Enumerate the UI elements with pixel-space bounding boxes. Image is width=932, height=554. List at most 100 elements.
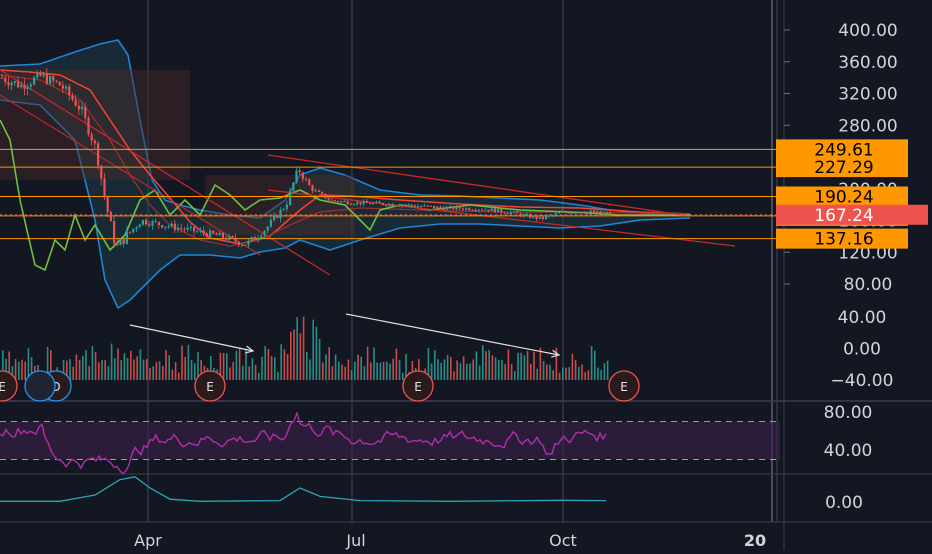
candle-body (279, 209, 282, 219)
histogram-bar (603, 363, 606, 380)
candle-body (321, 191, 324, 194)
histogram-bar (229, 367, 231, 380)
histogram-bar (594, 350, 596, 380)
histogram-bar (344, 366, 346, 380)
candle-body (237, 241, 240, 245)
histogram-bar (309, 359, 311, 380)
candle-body (602, 212, 605, 214)
candle-body (343, 201, 346, 203)
histogram-bar (536, 368, 538, 380)
histogram-bar (238, 347, 241, 380)
trend-shading (0, 70, 190, 180)
histogram-bar (373, 347, 375, 380)
candle-body (378, 201, 381, 204)
price-tick-label: 360.00 (838, 53, 897, 73)
candle-body (97, 143, 100, 166)
candle-body (381, 203, 384, 205)
candle-body (346, 201, 349, 204)
histogram-bar (440, 362, 442, 380)
histogram-bar (526, 350, 529, 380)
histogram-bar (386, 361, 388, 380)
histogram-bar (597, 367, 599, 380)
candle-body (241, 244, 244, 246)
event-marker-ring[interactable] (24, 370, 56, 402)
histogram-bar (142, 359, 145, 380)
histogram-bar (178, 372, 180, 380)
histogram-bar (123, 353, 126, 380)
candle-body (20, 84, 23, 88)
histogram-bar (398, 360, 401, 380)
candle-body (557, 212, 560, 214)
candle-body (449, 206, 452, 208)
histogram-bar (514, 371, 516, 380)
rsi-band (0, 421, 780, 460)
candle-body (487, 209, 490, 212)
histogram-bar (235, 350, 238, 380)
candle-body (157, 221, 160, 226)
oscillator-tick-label: 0.00 (825, 493, 863, 513)
histogram-bar (254, 364, 257, 380)
candle-body (129, 231, 132, 233)
histogram-bar (606, 360, 609, 380)
candle-body (77, 105, 80, 110)
trading-chart[interactable]: EDEEE400.00360.00320.00280.00240.00200.0… (0, 0, 932, 550)
histogram-bar (354, 361, 356, 380)
candle-body (4, 78, 7, 83)
candle-body (609, 212, 612, 215)
histogram-bar (72, 366, 74, 380)
histogram-bar (338, 361, 340, 380)
candle-body (285, 204, 288, 210)
candle-body (212, 230, 215, 234)
candle-body (474, 210, 477, 212)
histogram-bar (283, 349, 286, 380)
candle-body (45, 74, 48, 84)
candle-body (39, 72, 42, 76)
histogram-bar (568, 366, 570, 380)
histogram-bar (466, 363, 468, 380)
candle-body (23, 84, 26, 89)
candle-body (61, 85, 64, 89)
candle-body (42, 74, 45, 76)
histogram-bar (187, 344, 190, 380)
candle-body (497, 208, 500, 213)
histogram-bar (270, 356, 273, 380)
candle-body (231, 236, 234, 238)
candle-body (202, 230, 205, 234)
histogram-bar (341, 364, 343, 380)
histogram-bar (542, 361, 545, 380)
histogram-bar (91, 346, 94, 380)
candle-body (10, 82, 13, 86)
histogram-bar (501, 359, 503, 380)
histogram-bar (232, 362, 234, 380)
histogram-bar (152, 366, 154, 380)
histogram-bar (251, 358, 254, 380)
histogram-bar (322, 362, 324, 380)
candle-body (167, 226, 170, 228)
candle-body (465, 207, 468, 210)
candle-body (253, 237, 256, 240)
candle-body (391, 204, 394, 206)
histogram-bar (149, 367, 151, 380)
chart-canvas[interactable]: EDEEE400.00360.00320.00280.00240.00200.0… (0, 0, 932, 550)
histogram-bar (578, 366, 580, 380)
histogram-bar (504, 364, 506, 380)
candle-body (305, 178, 308, 180)
candle-body (417, 206, 420, 208)
histogram-bar (158, 361, 161, 380)
candle-body (385, 204, 388, 206)
candle-body (410, 204, 413, 206)
candle-body (273, 215, 276, 220)
candle-body (170, 223, 173, 227)
candle-body (554, 213, 557, 216)
price-level-label: 227.29 (814, 158, 873, 178)
histogram-bar (533, 351, 535, 380)
candle-body (103, 178, 106, 197)
histogram-bar (360, 356, 362, 380)
histogram-tick-label: 0.00 (843, 340, 881, 360)
candle-body (541, 216, 544, 220)
histogram-bar (315, 326, 318, 380)
candle-body (500, 208, 503, 213)
histogram-bar (370, 362, 372, 380)
histogram-bar (286, 354, 289, 380)
histogram-bar (587, 370, 590, 380)
